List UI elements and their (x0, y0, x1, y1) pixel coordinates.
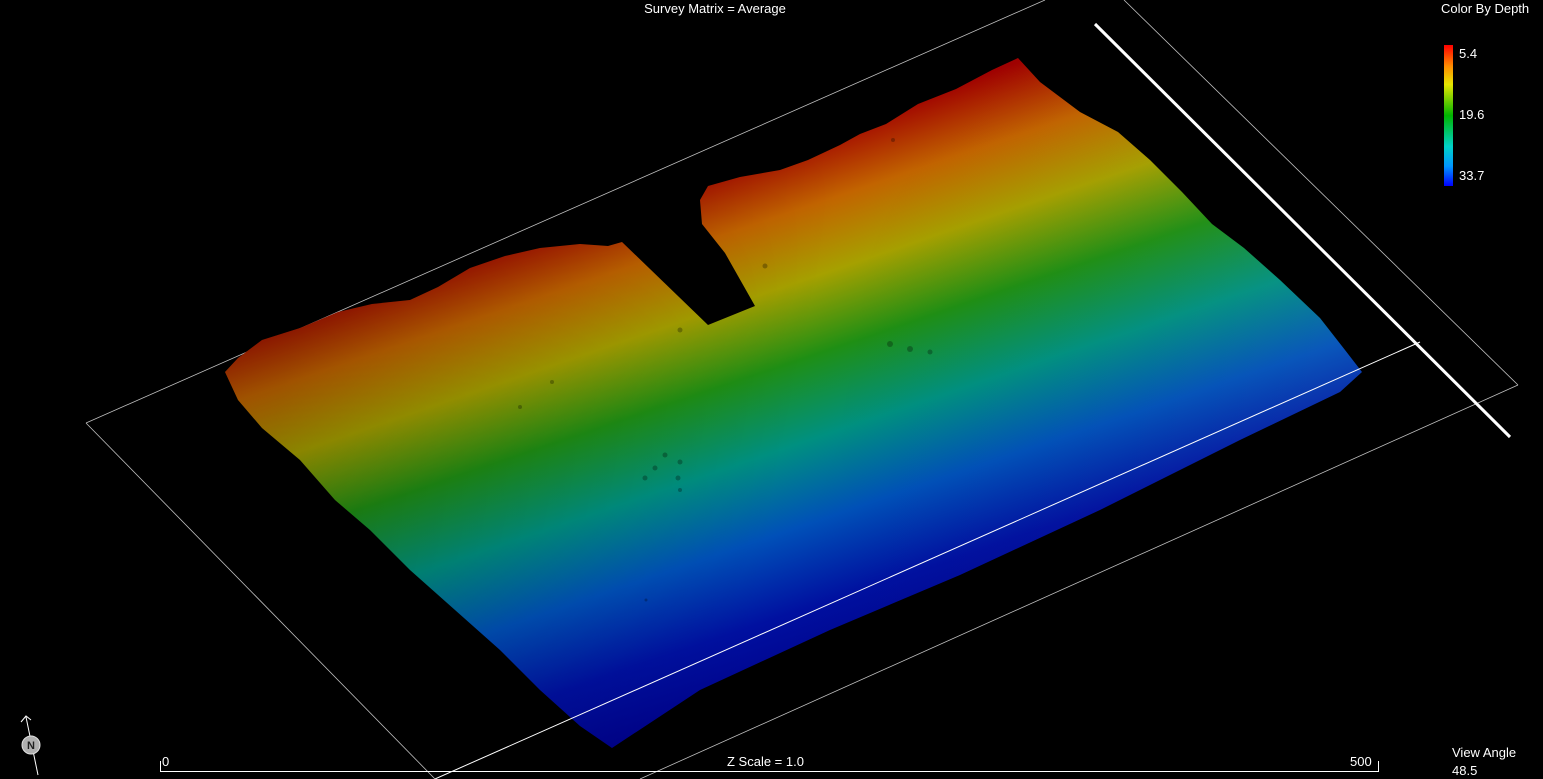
feature-mark (927, 349, 933, 355)
feature-mark (662, 452, 668, 458)
scale-bar-start: 0 (162, 754, 170, 769)
view-angle-label: View Angle (1452, 745, 1517, 760)
feature-mark (677, 327, 683, 333)
north-arrow-icon[interactable]: N (20, 715, 41, 776)
legend-min-label: 33.7 (1459, 168, 1485, 183)
depth-surface (225, 58, 1362, 748)
feature-mark (762, 263, 768, 269)
feature-mark (518, 405, 522, 409)
view-title: Survey Matrix = Average (644, 1, 786, 16)
view-angle-value: 48.5 (1452, 763, 1478, 778)
feature-mark (891, 138, 895, 142)
surface-shading (225, 58, 1362, 748)
legend-mid-label: 19.6 (1459, 107, 1485, 122)
feature-mark (678, 488, 682, 492)
bathymetry-3d-view[interactable]: N (0, 0, 1543, 779)
feature-mark (644, 598, 648, 602)
scale-bar-end: 500 (1350, 754, 1372, 769)
legend-title: Color By Depth (1441, 1, 1530, 16)
legend-max-label: 5.4 (1459, 46, 1478, 61)
feature-mark (642, 475, 648, 481)
feature-mark (652, 465, 658, 471)
feature-mark (907, 346, 913, 352)
feature-mark (675, 475, 681, 481)
feature-mark (550, 380, 554, 384)
north-letter: N (27, 740, 35, 752)
feature-mark (887, 341, 893, 347)
feature-mark (677, 459, 683, 465)
legend-color-ramp (1444, 45, 1453, 186)
z-scale-label: Z Scale = 1.0 (727, 754, 804, 769)
